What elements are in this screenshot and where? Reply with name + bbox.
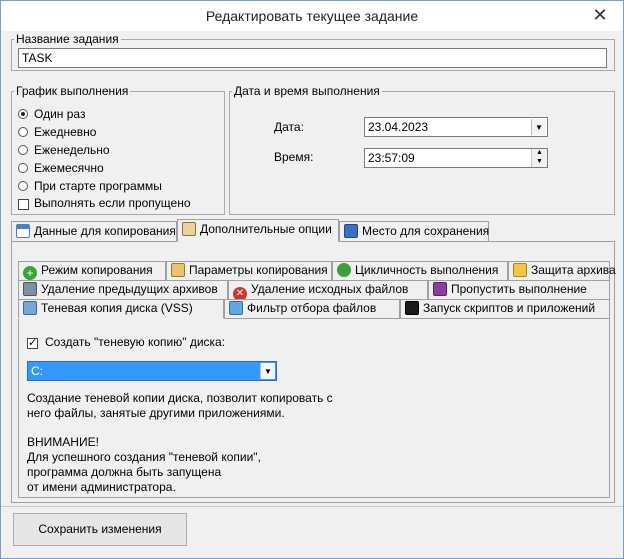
subtab-label: Фильтр отбора файлов (247, 301, 377, 315)
vss-icon (23, 301, 37, 315)
task-name-group: Название задания TASK (11, 32, 615, 71)
task-name-input[interactable]: TASK (18, 48, 607, 68)
subtab-archive-protection[interactable]: Защита архива (508, 261, 616, 280)
schedule-group: График выполнения Один раз Ежедневно Еже… (11, 84, 225, 215)
disk-icon (344, 224, 358, 238)
tab-label: Дополнительные опции (200, 222, 332, 236)
dialog-window: Редактировать текущее задание ✕ Название… (0, 0, 624, 559)
subtab-label: Пропустить выполнение (451, 282, 587, 296)
date-picker[interactable]: 23.04.2023 ▼ (364, 117, 548, 137)
radio-dot (18, 145, 28, 155)
time-spinner[interactable]: 23:57:09 ▲ ▼ (364, 148, 548, 168)
datetime-group: Дата и время выполнения Дата: 23.04.2023… (229, 84, 615, 215)
params-icon (171, 263, 185, 277)
lock-icon (513, 263, 527, 277)
subtab-skip-execution[interactable]: Пропустить выполнение (428, 280, 610, 299)
drive-select[interactable]: C: ▼ (27, 361, 277, 381)
time-label: Время: (274, 150, 314, 164)
bottom-separator (1, 506, 623, 507)
datetime-label: Дата и время выполнения (232, 84, 382, 98)
subtab-delete-previous-archives[interactable]: Удаление предыдущих архивов (18, 280, 228, 299)
tab-copy-data[interactable]: Данные для копирования (11, 221, 177, 242)
date-value: 23.04.2023 (368, 120, 429, 134)
run-if-missed-label: Выполнять если пропущено (34, 196, 191, 210)
subtab-label: Теневая копия диска (VSS) (41, 301, 193, 315)
chevron-down-icon[interactable]: ▼ (260, 363, 275, 379)
radio-label: Ежедневно (34, 125, 97, 139)
skip-icon (433, 282, 447, 296)
vss-warning-line3: от имени администратора. (27, 480, 176, 494)
vss-warning-title: ВНИМАНИЕ! (27, 435, 99, 449)
filter-icon (229, 301, 243, 315)
radio-label: При старте программы (34, 179, 162, 193)
subtab-label: Удаление исходных файлов (251, 282, 409, 296)
subtab-copy-params[interactable]: Параметры копирования (166, 261, 332, 280)
drive-value: C: (31, 364, 43, 378)
time-value: 23:57:09 (368, 151, 415, 165)
chevron-down-icon[interactable]: ▼ (531, 119, 546, 135)
subtab-label: Режим копирования (41, 263, 153, 277)
subtab-cycle[interactable]: Цикличность выполнения (332, 261, 508, 280)
radio-label: Еженедельно (34, 143, 110, 157)
subtab-label: Удаление предыдущих архивов (41, 282, 218, 296)
subtab-file-filter[interactable]: Фильтр отбора файлов (224, 299, 400, 318)
vss-panel: ✓ Создать "теневую копию" диска: C: ▼ Со… (18, 318, 610, 498)
spin-down-icon[interactable]: ▼ (531, 158, 547, 167)
spin-up-icon[interactable]: ▲ (531, 149, 547, 158)
subtab-label: Параметры копирования (189, 263, 328, 277)
subtab-label: Защита архива (531, 263, 616, 277)
date-label: Дата: (274, 120, 304, 134)
create-vss-label: Создать "теневую копию" диска: (45, 335, 226, 349)
script-icon (405, 301, 419, 315)
task-name-label: Название задания (14, 32, 121, 46)
subtab-vss[interactable]: Теневая копия диска (VSS) (18, 299, 224, 319)
radio-label: Ежемесячно (34, 161, 104, 175)
table-icon (16, 224, 30, 238)
subtab-run-scripts[interactable]: Запуск скриптов и приложений (400, 299, 610, 318)
create-vss-checkbox[interactable]: ✓ (27, 338, 38, 349)
tab-label: Место для сохранения (362, 224, 490, 238)
archive-icon (23, 282, 37, 296)
vss-description-line2: него файлы, занятые другими приложениями… (27, 406, 285, 420)
radio-dot (18, 163, 28, 173)
subtab-copy-mode[interactable]: + Режим копирования (18, 261, 166, 280)
tab-label: Данные для копирования (34, 224, 176, 238)
save-changes-button[interactable]: Сохранить изменения (13, 513, 187, 546)
window-title: Редактировать текущее задание (205, 8, 419, 24)
run-if-missed-checkbox[interactable] (18, 199, 29, 210)
options-panel: + Режим копирования Параметры копирования… (11, 241, 616, 503)
schedule-label: График выполнения (14, 84, 131, 98)
radio-dot (18, 181, 28, 191)
tab-additional-options[interactable]: Дополнительные опции (177, 219, 339, 242)
subtab-delete-source-files[interactable]: ✕ Удаление исходных файлов (228, 280, 428, 301)
radio-label: Один раз (34, 107, 86, 121)
plus-icon: + (23, 266, 37, 280)
vss-description-line1: Создание теневой копии диска, позволит к… (27, 391, 333, 405)
vss-warning-line2: программа должна быть запущена (27, 465, 222, 479)
subtab-label: Цикличность выполнения (355, 263, 499, 277)
radio-dot (18, 127, 28, 137)
options-icon (182, 222, 196, 236)
close-icon[interactable]: ✕ (589, 5, 611, 25)
tab-save-location[interactable]: Место для сохранения (339, 221, 489, 242)
title-bar: Редактировать текущее задание ✕ (1, 1, 623, 31)
radio-dot (18, 109, 28, 119)
cycle-icon (337, 263, 351, 277)
subtab-label: Запуск скриптов и приложений (423, 301, 596, 315)
vss-warning-line1: Для успешного создания "теневой копии", (27, 450, 261, 464)
